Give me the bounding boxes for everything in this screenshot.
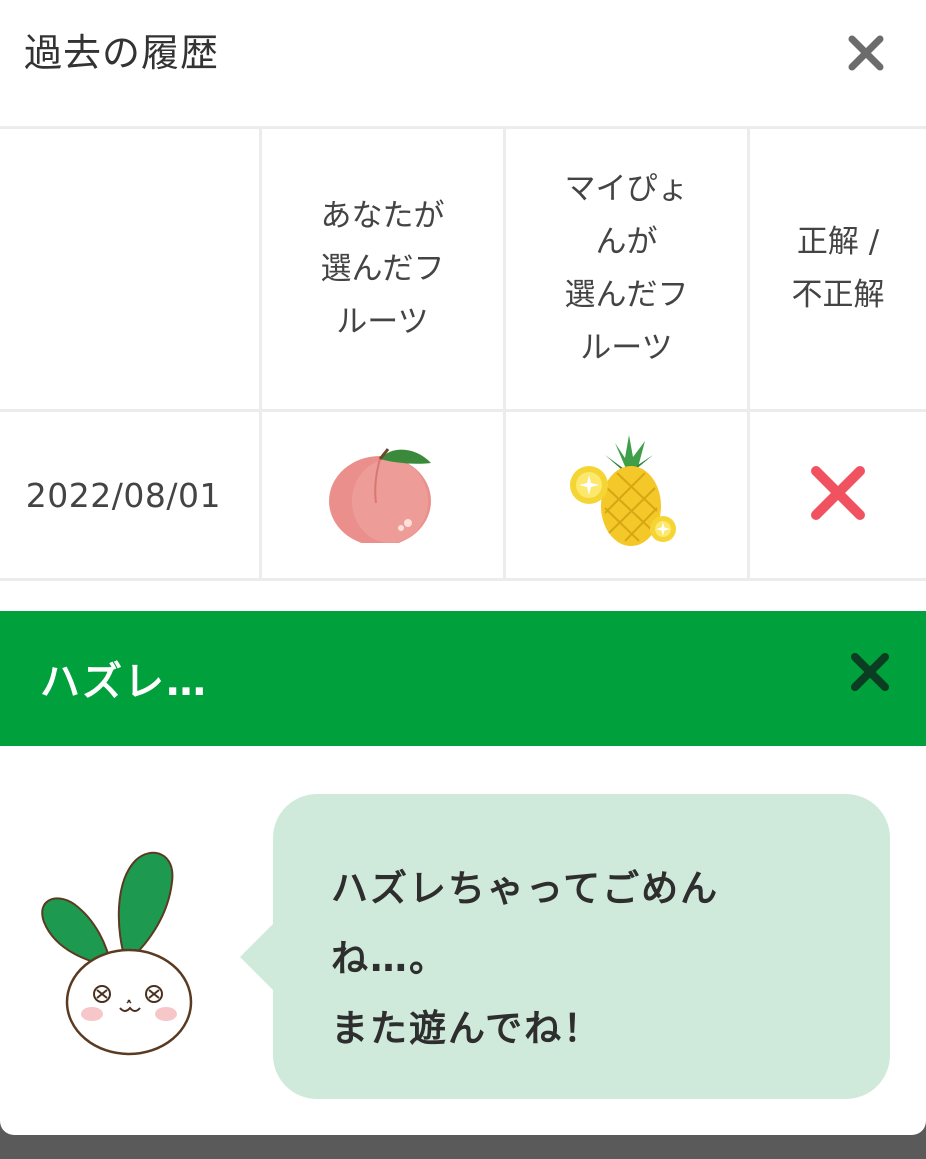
mypyon-fruit-column-header: マイぴょ んが 選んだフ ルーツ — [503, 126, 750, 412]
mypyon-fruit-cell — [503, 409, 750, 581]
date-column-header — [0, 126, 262, 412]
table-header-row: あなたが 選んだフ ルーツ マイぴょ んが 選んだフ ルーツ 正解 / 不正解 — [0, 126, 926, 412]
incorrect-x-icon — [811, 466, 865, 520]
history-modal: 過去の履歴 あなたが 選んだフ ルーツ マイぴょ んが 選んだフ ルーツ 正解 … — [0, 0, 926, 1135]
history-title: 過去の履歴 — [24, 31, 220, 75]
speech-bubble-tail — [240, 923, 274, 991]
close-icon[interactable] — [843, 30, 889, 76]
pineapple-icon — [569, 435, 676, 546]
result-message: ハズレちゃってごめん ね…。 また遊んでね！ — [331, 867, 720, 1050]
speech-bubble: ハズレちゃってごめん ね…。 また遊んでね！ — [273, 794, 890, 1099]
result-title: ハズレ… — [40, 659, 208, 705]
your-fruit-column-header: あなたが 選んだフ ルーツ — [259, 126, 506, 412]
result-cell — [747, 409, 926, 581]
history-header: 過去の履歴 — [0, 0, 926, 126]
your-fruit-cell — [259, 409, 506, 581]
peach-icon — [328, 448, 431, 546]
result-banner: ハズレ… — [0, 611, 926, 746]
history-table: あなたが 選んだフ ルーツ マイぴょ んが 選んだフ ルーツ 正解 / 不正解 … — [0, 126, 926, 581]
history-date: 2022/08/01 — [0, 409, 262, 581]
result-column-header: 正解 / 不正解 — [747, 126, 926, 412]
close-icon[interactable] — [846, 648, 894, 696]
table-row: 2022/08/01 — [0, 409, 926, 581]
rabbit-mascot-icon — [41, 851, 193, 1056]
